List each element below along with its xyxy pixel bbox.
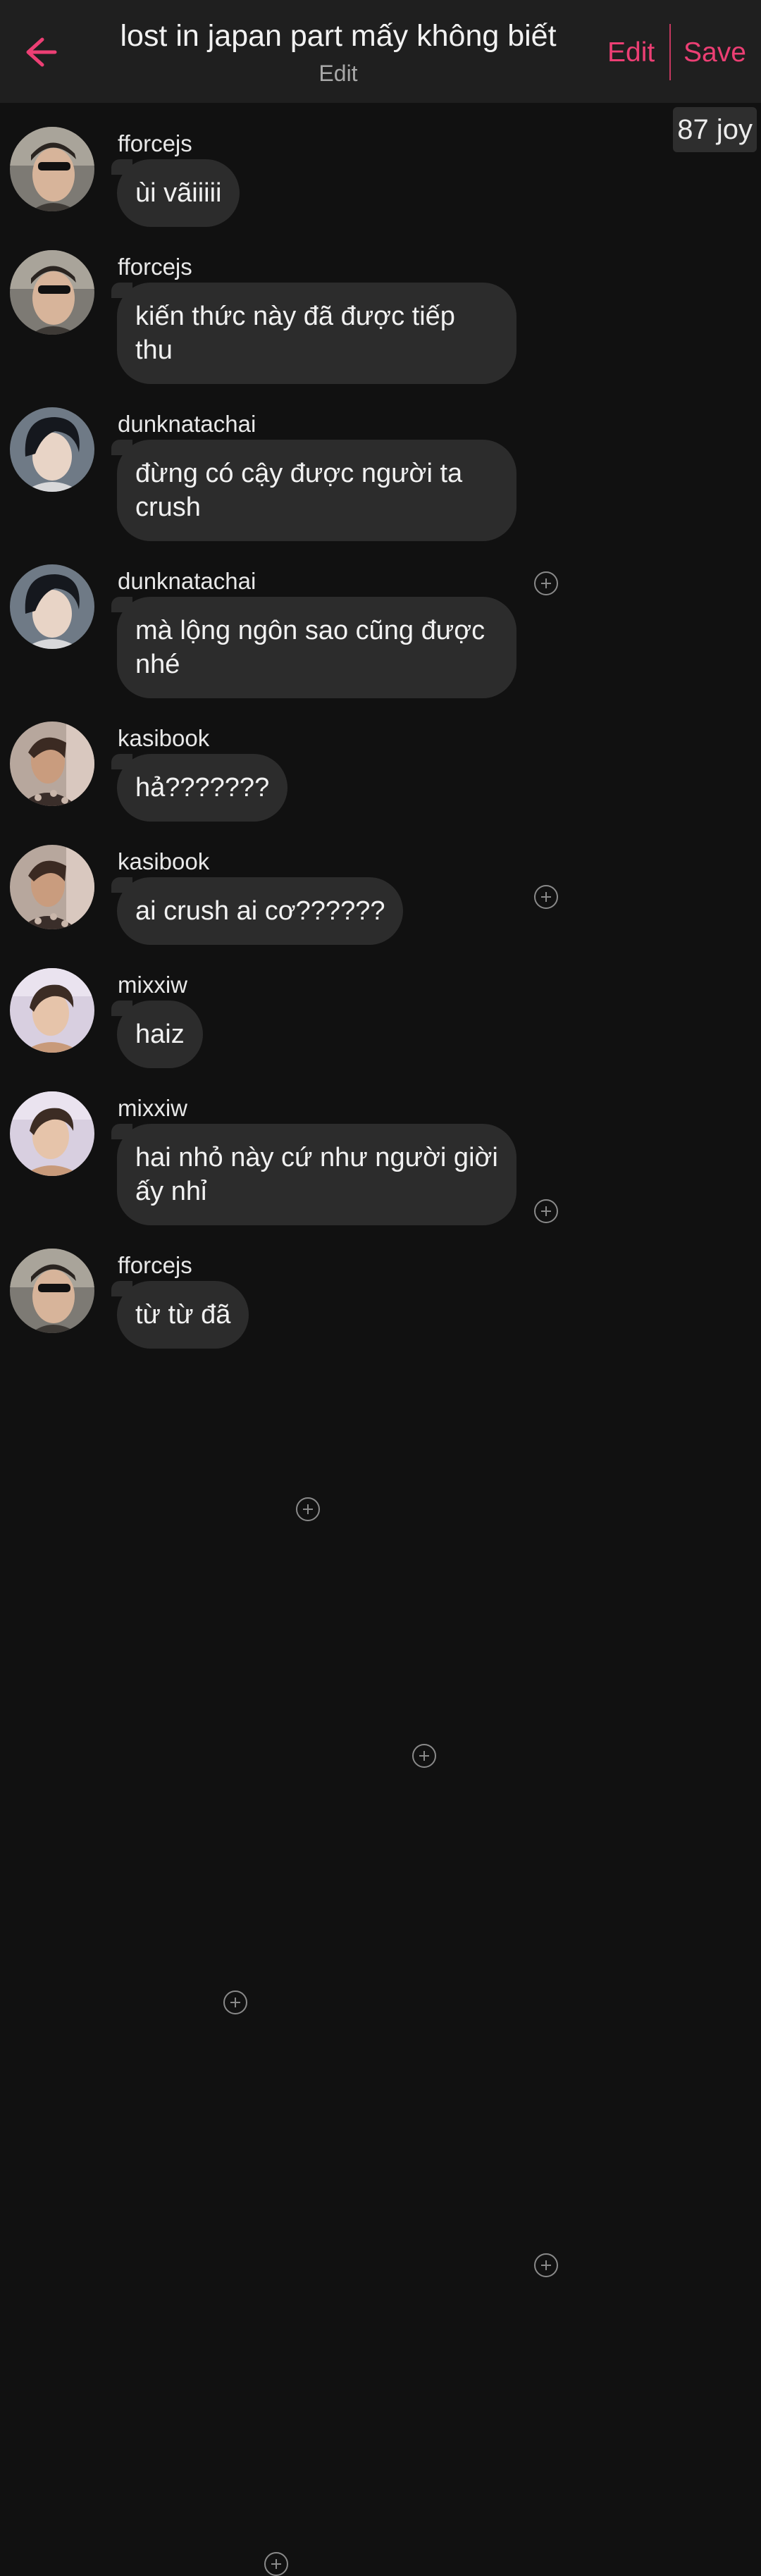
username: kasibook [118,848,210,874]
add-reaction-icon[interactable] [223,1990,247,2014]
message-bubble[interactable]: ùi vãiiiii [111,159,240,227]
avatar[interactable] [10,845,94,929]
subtitle-edit-link[interactable]: Edit [92,59,585,87]
message-bubble[interactable]: haiz [111,1001,203,1068]
username: dunknatachai [118,568,256,594]
username: kasibook [118,725,210,751]
message-bubble[interactable]: từ từ đã [111,1281,249,1349]
header-divider [669,24,671,80]
message-bubble[interactable]: mà lộng ngôn sao cũng được nhé [111,597,516,698]
add-reaction-icon[interactable] [534,2253,558,2277]
back-button[interactable] [16,27,66,78]
avatar[interactable] [10,127,94,211]
message-bubble[interactable]: hả??????? [111,754,288,822]
avatar[interactable] [10,250,94,335]
username: mixxiw [118,1095,187,1121]
top-bar: lost in japan part mấy không biết Edit E… [0,0,761,103]
message-bubble[interactable]: hai nhỏ này cứ như người giời ấy nhỉ [111,1124,516,1225]
status-badge: 87 joy [673,107,757,152]
avatar[interactable] [10,722,94,806]
message-bubble[interactable]: ai crush ai cơ?????? [111,877,404,945]
add-reaction-icon[interactable] [534,1199,558,1223]
username: fforcejs [118,1252,192,1278]
add-reaction-icon[interactable] [534,885,558,909]
avatar[interactable] [10,407,94,492]
arrow-left-icon [26,37,57,67]
message-bubble[interactable]: kiến thức này đã được tiếp thu [111,283,516,384]
add-reaction-icon[interactable] [296,1497,320,1521]
avatar[interactable] [10,1091,94,1176]
username: dunknatachai [118,411,256,437]
username: fforcejs [118,254,192,280]
add-reaction-icon[interactable] [534,571,558,595]
page-title: lost in japan part mấy không biết [120,19,557,53]
username: fforcejs [118,130,192,156]
avatar[interactable] [10,1249,94,1333]
add-reaction-icon[interactable] [264,2552,288,2576]
save-button[interactable]: Save [683,37,746,69]
add-reaction-icon[interactable] [412,1744,436,1768]
username: mixxiw [118,972,187,998]
avatar[interactable] [10,968,94,1053]
message-bubble[interactable]: đừng có cậy được người ta crush [111,440,516,541]
edit-button[interactable]: Edit [607,37,655,69]
avatar[interactable] [10,564,94,649]
